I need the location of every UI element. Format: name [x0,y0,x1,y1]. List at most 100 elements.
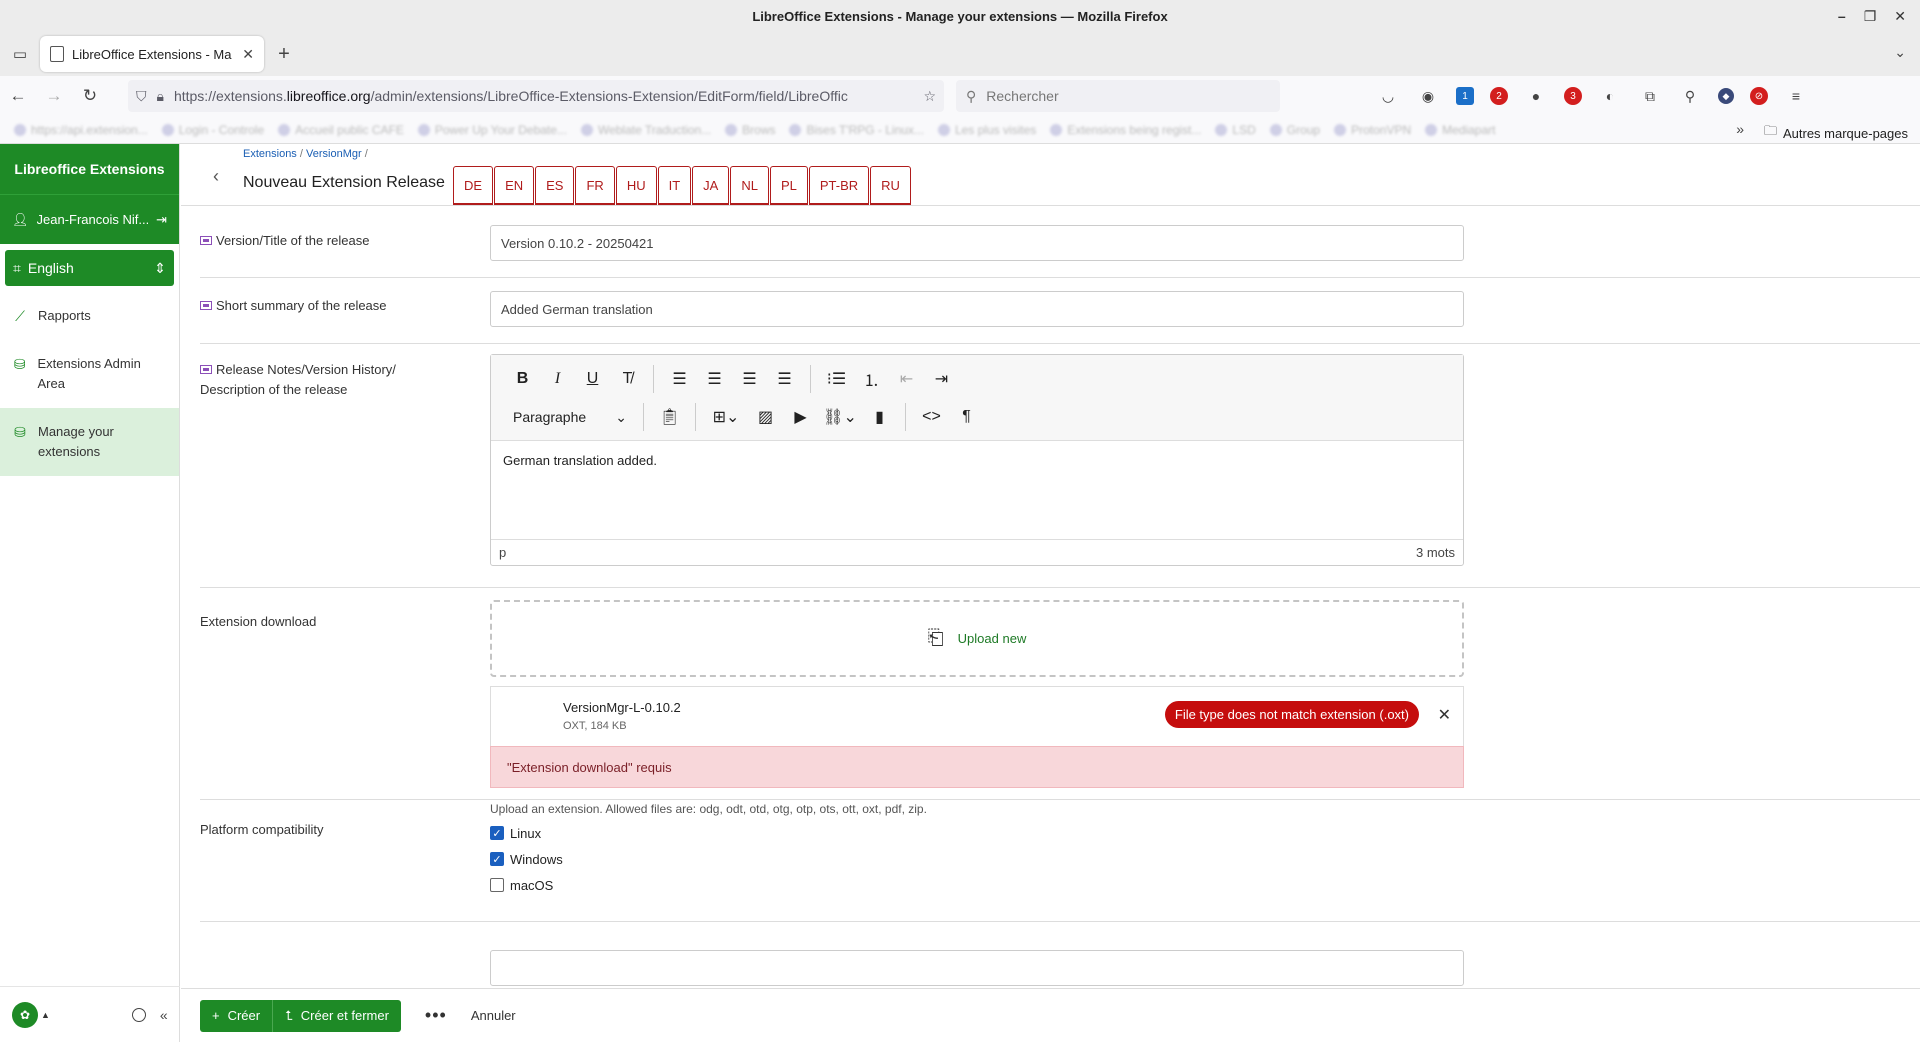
bookmark-item[interactable]: Login - Controle [161,123,264,137]
url-text[interactable]: https://extensions.libreoffice.org/admin… [174,88,913,104]
bookmark-star-icon[interactable]: ☆ [923,88,936,105]
search-extension-icon[interactable]: ⚲ [1678,84,1702,108]
extension-red-icon[interactable]: 3 [1564,87,1582,105]
bookmark-item[interactable]: LSD [1215,123,1256,137]
close-window-icon[interactable]: ✕ [1894,8,1906,25]
tab-overview-icon[interactable]: ▭ [0,45,40,63]
lang-tab-hu[interactable]: HU [615,166,657,205]
bookmark-item[interactable]: Weblate Traduction... [580,123,711,137]
minimize-icon[interactable]: – [1838,8,1846,24]
create-and-close-button[interactable]: ⮤ Créer et fermer [272,999,401,1032]
paste-icon[interactable]: 📋︎ [652,403,687,431]
browser-tab-active[interactable]: LibreOffice Extensions - Ma ✕ [40,36,264,72]
cookie-icon[interactable]: ● [1524,84,1548,108]
checkbox-macos[interactable] [490,878,504,892]
url-bar[interactable]: ⛉ 🔒︎ https://extensions.libreoffice.org/… [128,80,944,112]
image-icon[interactable]: ▨ [748,403,783,431]
lang-tab-ja[interactable]: JA [692,166,730,205]
cancel-button[interactable]: Annuler [471,1008,516,1023]
upload-dropzone[interactable]: ⎗ Upload new [490,600,1464,677]
user-menu[interactable]: 👤︎ Jean-Francois Nif... ⇥ [0,194,179,244]
show-blocks-icon[interactable]: ¶ [949,403,984,431]
bookmark-item[interactable]: Brows [725,123,775,137]
new-tab-button[interactable]: + [264,43,304,66]
lang-tab-en[interactable]: EN [494,166,535,205]
status-circle-icon[interactable] [131,1007,146,1022]
logout-icon[interactable]: ⇥ [156,212,167,228]
lang-tab-de[interactable]: DE [453,166,494,205]
media-icon[interactable]: ▶ [783,403,818,431]
extension-grey-icon[interactable]: ◐ [1598,84,1622,108]
align-justify-icon[interactable]: ☰ [767,365,802,393]
platform-windows[interactable]: ✓ Windows [490,846,563,872]
restore-icon[interactable]: ❐ [1864,8,1877,25]
bookmark-item[interactable]: Accueil public CAFE [278,123,404,137]
lang-tab-pt-br[interactable]: PT-BR [808,166,870,205]
brand-title[interactable]: Libreoffice Extensions [0,144,179,194]
sidebar-item-rapports[interactable]: ⟋ Rapports [0,292,179,340]
bookmark-item[interactable]: Mediapart [1425,123,1496,137]
caret-up-icon[interactable]: ▲ [41,1010,50,1020]
bold-icon[interactable]: B [505,365,540,393]
summary-input[interactable]: Added German translation [490,291,1464,327]
table-icon[interactable]: ⊞⌄ [704,403,748,431]
block-extension-icon[interactable]: ⊘ [1750,87,1768,105]
search-bar[interactable]: ⚲ Rechercher [956,80,1280,112]
checkbox-windows[interactable]: ✓ [490,852,504,866]
bookmark-item[interactable]: Les plus visites [937,123,1036,137]
back-chevron-icon[interactable]: ‹ [213,166,219,187]
indent-icon[interactable]: ⇥ [924,365,959,393]
reload-button[interactable]: ↻ [72,86,108,106]
bookmark-item[interactable]: ProtonVPN [1334,123,1411,137]
bookmarks-overflow-icon[interactable]: » [1736,121,1744,137]
align-right-icon[interactable]: ☰ [732,365,767,393]
create-button[interactable]: + Créer [200,999,273,1032]
remove-file-icon[interactable]: ✕ [1438,705,1451,725]
back-button[interactable]: ← [0,86,36,106]
sidebar-item-manage-extensions[interactable]: ⛁ Manage your extensions [0,408,179,476]
platform-macos[interactable]: macOS [490,872,563,898]
lang-tab-nl[interactable]: NL [730,166,769,205]
lang-tab-fr[interactable]: FR [575,166,615,205]
checkbox-linux[interactable]: ✓ [490,826,504,840]
partial-input[interactable] [490,950,1464,986]
lang-tab-pl[interactable]: PL [769,166,808,205]
bookmark-item[interactable]: Extensions being regist... [1050,123,1201,137]
bookmark-icon[interactable]: ▮ [862,403,897,431]
tab-close-icon[interactable]: ✕ [242,46,254,63]
underline-icon[interactable]: U [575,365,610,393]
joomla-logo-icon[interactable]: ✿ [12,1001,38,1028]
bookmark-item[interactable]: Group [1269,123,1320,137]
menu-icon[interactable]: ≡ [1784,84,1808,108]
tab-list-chevron-icon[interactable]: ⌄ [1894,44,1906,61]
editor-content[interactable]: German translation added. [491,441,1463,541]
version-input[interactable]: Version 0.10.2 - 20250421 [490,225,1464,261]
numbered-list-icon[interactable]: ⒈ [854,365,889,393]
lang-tab-ru[interactable]: RU [870,166,911,205]
outdent-icon[interactable]: ⇤ [889,365,924,393]
lang-tab-it[interactable]: IT [657,166,692,205]
lock-icon[interactable]: 🔒︎ [157,88,164,105]
account-icon[interactable]: ◉ [1416,84,1440,108]
clear-format-icon[interactable]: T̸ [610,365,645,393]
platform-linux[interactable]: ✓ Linux [490,820,563,846]
italic-icon[interactable]: I [540,365,575,393]
bullet-list-icon[interactable]: ⁝☰ [819,365,854,393]
sidebar-item-admin-area[interactable]: ⛁ Extensions Admin Area [0,340,179,408]
code-view-icon[interactable]: <> [914,403,949,431]
vpn-extension-icon[interactable]: ◆ [1718,88,1734,104]
bookmark-item[interactable]: Bises T'RPG - Linux... [789,123,924,137]
ublock-icon[interactable]: 2 [1490,87,1508,105]
extensions-puzzle-icon[interactable]: ⧉ [1638,84,1662,108]
upload-new-link[interactable]: Upload new [958,631,1027,646]
pocket-icon[interactable]: ◡ [1376,84,1400,108]
collapse-sidebar-icon[interactable]: « [160,1007,168,1023]
lang-tab-es[interactable]: ES [535,166,575,205]
link-icon[interactable]: ⛓⌄ [818,403,862,431]
breadcrumb-versionmgr[interactable]: VersionMgr [306,148,362,160]
block-format-select[interactable]: Paragraphe ⌄ [505,403,635,431]
forward-button[interactable]: → [36,86,72,106]
breadcrumb-extensions[interactable]: Extensions [243,148,297,160]
bookmark-item[interactable]: https://api.extension... [14,123,148,137]
align-left-icon[interactable]: ☰ [662,365,697,393]
